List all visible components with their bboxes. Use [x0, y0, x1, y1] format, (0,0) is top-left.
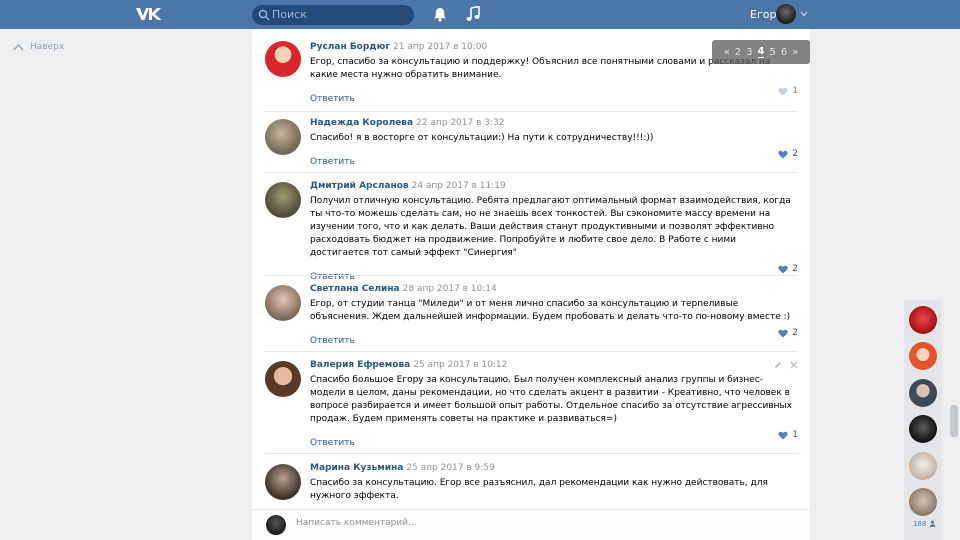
- bell-icon[interactable]: [433, 7, 447, 22]
- chevron-down-icon[interactable]: [800, 11, 808, 17]
- chat-avatar[interactable]: [909, 488, 937, 516]
- vk-logo-icon[interactable]: [135, 6, 161, 22]
- chat-avatar[interactable]: [909, 452, 937, 480]
- chat-avatar[interactable]: [909, 342, 937, 370]
- heart-icon: [778, 431, 788, 439]
- chat-avatar[interactable]: [909, 415, 937, 443]
- like-count: 1: [792, 86, 798, 96]
- comment-compose: Написать комментарий...: [252, 509, 810, 540]
- comment-text: Спасибо большое Егору за консультацию. Б…: [310, 375, 792, 424]
- like-button[interactable]: 2: [778, 264, 798, 274]
- scroll-to-top-link[interactable]: Наверх: [13, 42, 64, 52]
- scroll-to-top-label: Наверх: [30, 42, 65, 52]
- avatar[interactable]: [265, 285, 301, 321]
- page-link-current[interactable]: 4: [757, 46, 765, 58]
- avatar: [266, 515, 286, 535]
- reply-link[interactable]: Ответить: [310, 157, 355, 167]
- chat-sidebar: 188: [904, 300, 942, 540]
- arrow-up-icon: [13, 43, 24, 51]
- pagination-prev[interactable]: «: [724, 47, 730, 58]
- like-button[interactable]: 2: [778, 328, 798, 338]
- like-button[interactable]: 1: [778, 430, 798, 440]
- online-count-value: 188: [913, 520, 927, 528]
- reply-link[interactable]: Ответить: [310, 336, 355, 346]
- search-input[interactable]: Поиск: [252, 5, 414, 25]
- reply-link[interactable]: Ответить: [310, 94, 355, 104]
- comment-text: Спасибо! я в восторге от консультации:) …: [310, 133, 654, 143]
- user-icon: [929, 520, 935, 527]
- top-bar: Поиск Егор: [0, 0, 960, 29]
- like-button[interactable]: 1: [778, 86, 798, 96]
- chat-avatar[interactable]: [909, 379, 937, 407]
- comment-text: Спасибо за консультацию. Егор все разъяс…: [310, 478, 768, 501]
- like-count: 2: [792, 264, 798, 274]
- search-icon: [258, 9, 270, 21]
- username[interactable]: Егор: [750, 8, 776, 21]
- comment-author[interactable]: Марина Кузьмина: [310, 463, 403, 473]
- comment-date[interactable]: 25 апр 2017 в 9:59: [406, 463, 494, 473]
- page-link[interactable]: 2: [735, 47, 741, 58]
- comments-card: Руслан Бордюг 21 апр 2017 в 10:00 Егор, с…: [252, 29, 810, 540]
- scrollbar[interactable]: [950, 405, 958, 437]
- comment-author[interactable]: Валерия Ефремова: [310, 360, 410, 370]
- page-link[interactable]: 5: [769, 47, 775, 58]
- pagination-next[interactable]: »: [792, 47, 798, 58]
- comment-input[interactable]: Написать комментарий...: [296, 518, 417, 528]
- comment-text: Получил отличную консультацию. Ребята пр…: [310, 196, 791, 258]
- heart-icon: [778, 329, 788, 337]
- pagination: « 2 3 4 5 6 »: [712, 40, 810, 64]
- avatar[interactable]: [265, 361, 301, 397]
- comment-author[interactable]: Руслан Бордюг: [310, 42, 390, 52]
- search-placeholder: Поиск: [272, 8, 307, 21]
- comment-author[interactable]: Дмитрий Арсланов: [310, 181, 409, 191]
- like-button[interactable]: 2: [778, 149, 798, 159]
- page-link[interactable]: 3: [746, 47, 752, 58]
- divider: [265, 351, 797, 352]
- divider: [265, 453, 797, 454]
- comment-author[interactable]: Надежда Королева: [310, 118, 413, 128]
- like-count: 2: [792, 328, 798, 338]
- reply-link[interactable]: Ответить: [310, 438, 355, 448]
- comment-author[interactable]: Светлана Селина: [310, 284, 400, 294]
- online-count[interactable]: 188: [913, 520, 936, 528]
- like-count: 2: [792, 149, 798, 159]
- reply-link[interactable]: Ответить: [310, 272, 355, 282]
- avatar[interactable]: [265, 119, 301, 155]
- heart-icon: [778, 87, 788, 95]
- divider: [265, 275, 797, 276]
- comment-date[interactable]: 22 апр 2017 в 3:32: [416, 118, 504, 128]
- page-link[interactable]: 6: [781, 47, 787, 58]
- like-count: 1: [792, 430, 798, 440]
- heart-icon: [778, 150, 788, 158]
- divider: [265, 111, 797, 112]
- avatar[interactable]: [265, 182, 301, 218]
- comment-date[interactable]: 21 апр 2017 в 10:00: [393, 42, 487, 52]
- avatar[interactable]: [265, 464, 301, 500]
- chat-avatar[interactable]: [909, 306, 937, 334]
- comment-text: Егор, от студии танца "Миледи" и от меня…: [310, 299, 791, 322]
- divider: [265, 172, 797, 173]
- music-icon[interactable]: [466, 6, 480, 22]
- comment-date[interactable]: 25 апр 2017 в 10:12: [413, 360, 507, 370]
- heart-icon: [778, 265, 788, 273]
- avatar[interactable]: [776, 4, 796, 24]
- comment-date[interactable]: 28 апр 2017 в 10:14: [403, 284, 497, 294]
- comment-date[interactable]: 24 апр 2017 в 11:19: [412, 181, 506, 191]
- avatar[interactable]: [265, 41, 301, 77]
